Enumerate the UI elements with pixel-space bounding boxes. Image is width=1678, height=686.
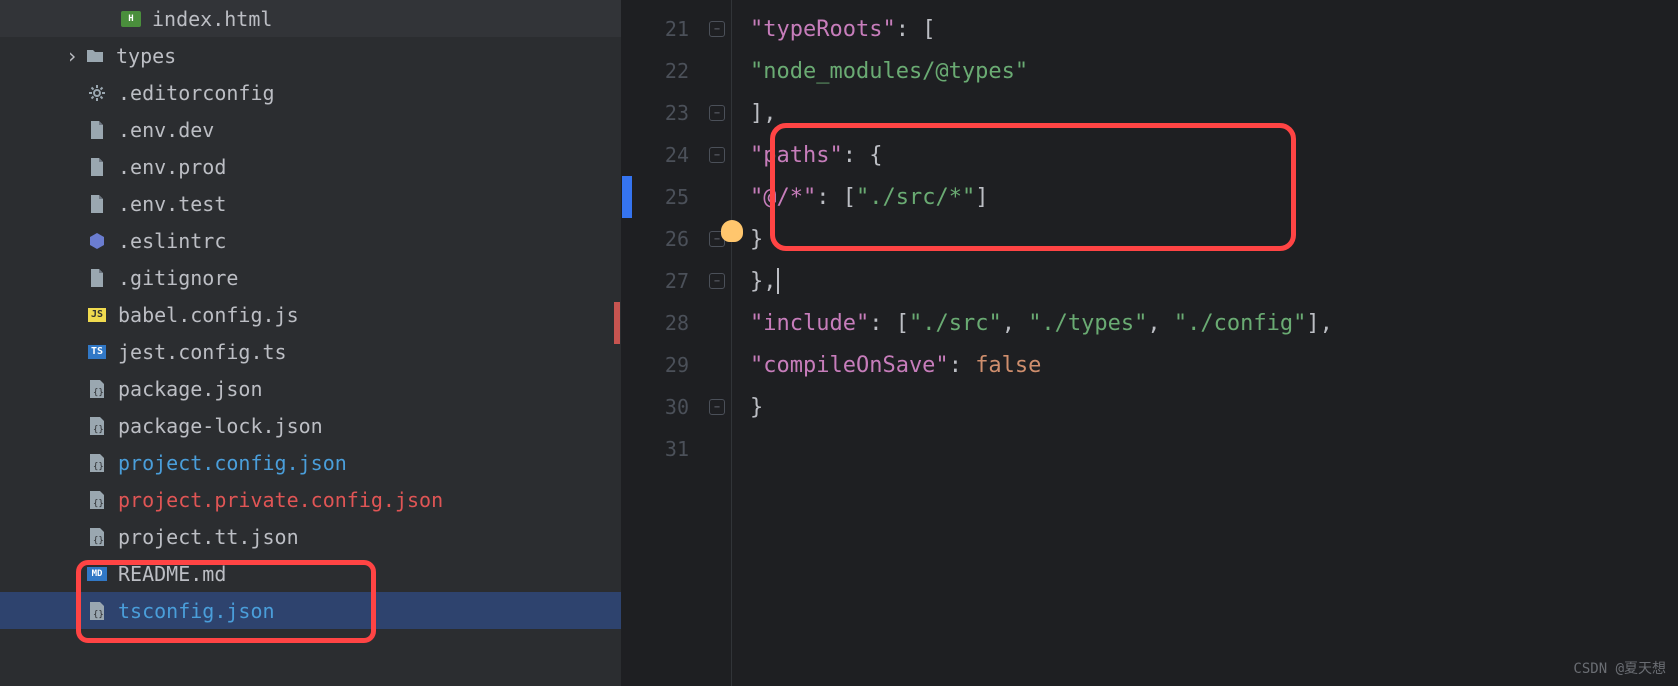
eslint-icon [86,230,108,252]
json-icon: {} [86,489,108,511]
file-tree-item[interactable]: {} project.private.config.json [0,481,621,518]
html-icon: H [120,8,142,30]
file-tree-item[interactable]: {} tsconfig.json [0,592,621,629]
file-name: types [116,44,176,68]
file-tree-item[interactable]: .eslintrc [0,222,621,259]
folder-icon [84,45,106,67]
chevron-right-icon[interactable]: › [60,44,84,68]
file-tree-item[interactable]: TS jest.config.ts [0,333,621,370]
json-icon: {} [86,415,108,437]
line-number: 23− [622,92,731,134]
file-name: project.tt.json [118,525,299,549]
fold-icon[interactable]: − [709,147,725,163]
file-name: babel.config.js [118,303,299,327]
file-tree-item[interactable]: Hindex.html [0,0,621,37]
svg-text:{}: {} [93,499,104,509]
line-number: 25 [622,176,731,218]
file-tree-sidebar: Hindex.html › types .editorconfig .env.dev .e… [0,0,622,686]
file-name: .gitignore [118,266,238,290]
file-name: README.md [118,562,226,586]
json-icon: {} [86,600,108,622]
editor-gutter: 21− 22 23− 24− 25 26− 27− 28 29 30− 31 [622,0,732,686]
file-tree-item[interactable]: › types [0,37,621,74]
json-icon: {} [86,378,108,400]
md-icon: MD [86,563,108,585]
watermark: CSDN @夏天想 [1573,658,1666,678]
svg-text:{}: {} [93,388,104,398]
line-number: 30− [622,386,731,428]
file-name: .env.prod [118,155,226,179]
code-editor[interactable]: 21− 22 23− 24− 25 26− 27− 28 29 30− 31 "… [622,0,1678,686]
json-icon: {} [86,452,108,474]
file-tree-item[interactable]: .env.test [0,185,621,222]
file-name: .editorconfig [118,81,275,105]
line-number: 22 [622,50,731,92]
fold-icon[interactable]: − [709,273,725,289]
file-tree-item[interactable]: {} package-lock.json [0,407,621,444]
gear-icon [86,82,108,104]
file-tree-item[interactable]: {} project.tt.json [0,518,621,555]
file-name: package.json [118,377,263,401]
json-icon: {} [86,526,108,548]
line-number: 21− [622,8,731,50]
svg-text:{}: {} [93,462,104,472]
file-tree-item[interactable]: {} package.json [0,370,621,407]
line-number: 29 [622,344,731,386]
js-icon: JS [86,304,108,326]
file-name: .env.dev [118,118,214,142]
file-tree-item[interactable]: MD README.md [0,555,621,592]
file-name: .env.test [118,192,226,216]
line-number: 24− [622,134,731,176]
line-number: 27− [622,260,731,302]
file-tree-item[interactable]: .env.dev [0,111,621,148]
lightbulb-icon[interactable] [721,220,743,242]
file-icon [86,267,108,289]
file-tree-item[interactable]: .env.prod [0,148,621,185]
ts-icon: TS [86,341,108,363]
file-name: package-lock.json [118,414,323,438]
line-number: 26− [622,218,731,260]
file-tree-item[interactable]: .gitignore [0,259,621,296]
svg-text:{}: {} [93,536,104,546]
file-name: tsconfig.json [118,599,275,623]
file-name: index.html [152,7,272,31]
file-name: .eslintrc [118,229,226,253]
fold-icon[interactable]: − [709,399,725,415]
line-number: 28 [622,302,731,344]
file-name: jest.config.ts [118,340,287,364]
file-icon [86,119,108,141]
fold-icon[interactable]: − [709,21,725,37]
line-number: 31 [622,428,731,470]
svg-text:{}: {} [93,610,104,620]
file-tree-item[interactable]: .editorconfig [0,74,621,111]
file-tree-item[interactable]: {} project.config.json [0,444,621,481]
code-content[interactable]: "typeRoots": [ "node_modules/@types" ], … [732,0,1678,686]
file-name: project.config.json [118,451,347,475]
file-tree-item[interactable]: JS babel.config.js [0,296,621,333]
file-icon [86,193,108,215]
svg-text:{}: {} [93,425,104,435]
fold-icon[interactable]: − [709,105,725,121]
file-icon [86,156,108,178]
file-name: project.private.config.json [118,488,443,512]
